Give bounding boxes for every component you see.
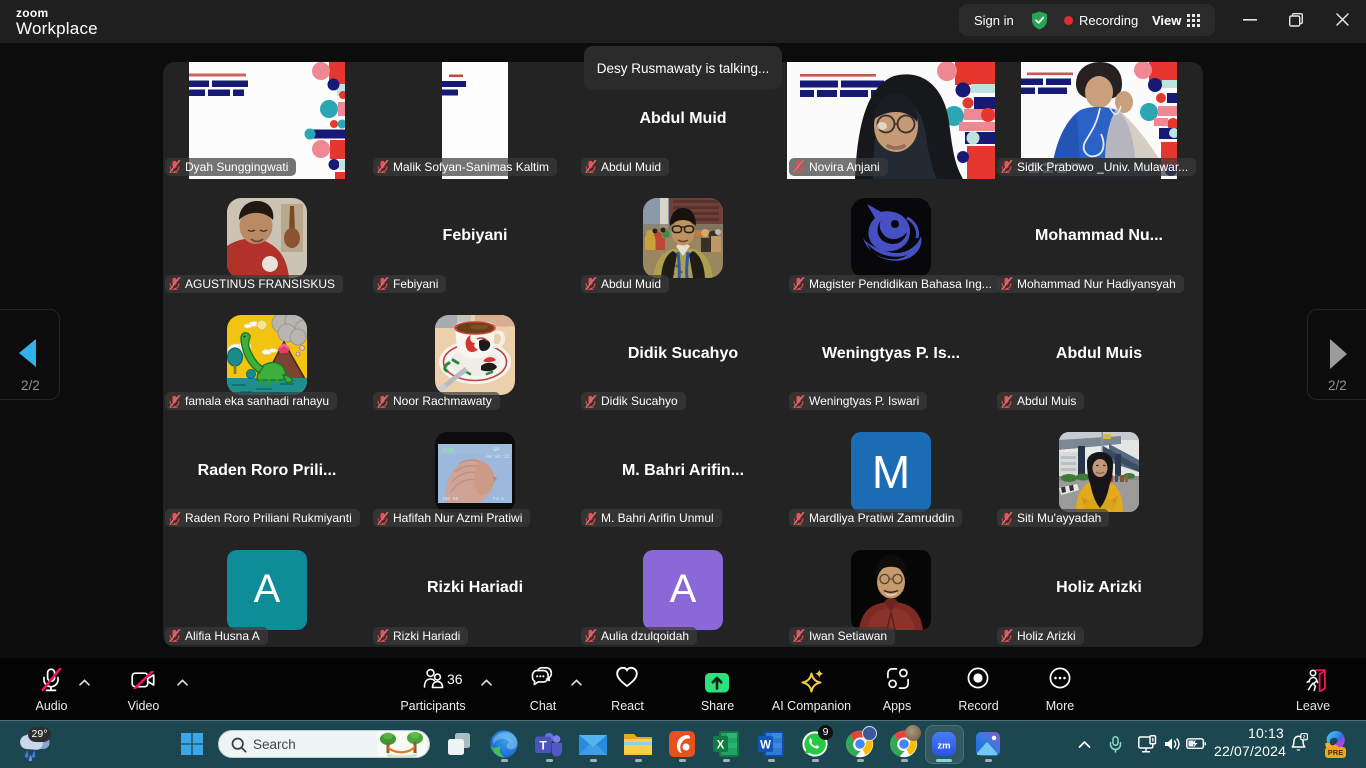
svg-text:ISO 80: ISO 80 — [442, 496, 459, 502]
svg-text:X: X — [717, 740, 725, 752]
svg-text:SP: SP — [493, 446, 500, 453]
svg-text:W: W — [760, 740, 771, 752]
svg-text:CAM: CAM — [443, 448, 454, 455]
svg-text:F4.0: F4.0 — [493, 496, 504, 502]
svg-text:T: T — [540, 738, 548, 752]
svg-text:-00:06:22: -00:06:22 — [483, 454, 510, 460]
svg-text:zm: zm — [937, 741, 950, 752]
